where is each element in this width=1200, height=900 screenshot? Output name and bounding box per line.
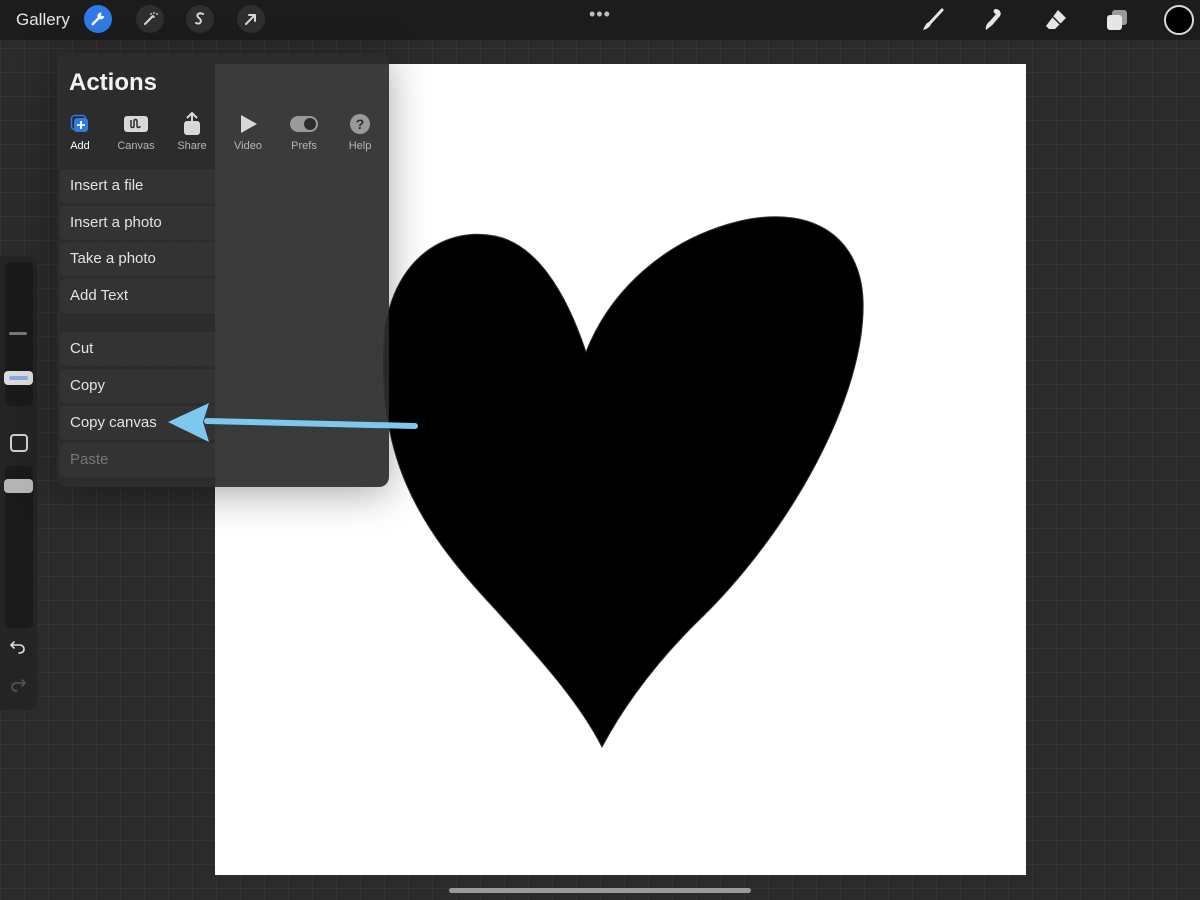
more-options-icon[interactable]: ••• [589, 4, 611, 25]
take-photo-item[interactable]: Take a photo [60, 242, 379, 276]
play-icon [220, 111, 276, 137]
tab-video[interactable]: Video [220, 111, 276, 155]
brush-size-thumb[interactable] [4, 371, 33, 385]
help-icon: ? [332, 111, 388, 137]
svg-text:?: ? [356, 116, 365, 132]
add-text-item[interactable]: Add Text [60, 279, 379, 313]
tab-help[interactable]: ? Help [332, 111, 388, 155]
tab-prefs[interactable]: Prefs [276, 111, 332, 155]
selection-s-icon[interactable] [186, 5, 214, 33]
magic-wand-icon[interactable] [136, 5, 164, 33]
tab-add-label: Add [70, 140, 90, 152]
toggle-icon [276, 111, 332, 137]
add-icon [52, 111, 108, 137]
top-toolbar: Gallery ••• [0, 0, 1200, 40]
tab-video-label: Video [234, 140, 262, 152]
wrench-icon[interactable] [84, 5, 112, 33]
tab-add[interactable]: Add [52, 111, 108, 155]
opacity-thumb[interactable] [4, 479, 33, 493]
color-picker-button[interactable] [1164, 5, 1194, 35]
insert-file-item[interactable]: Insert a file [60, 169, 379, 203]
tab-prefs-label: Prefs [291, 140, 317, 152]
heart-shape [383, 216, 864, 749]
eraser-icon[interactable] [1042, 6, 1070, 34]
redo-icon[interactable] [9, 678, 27, 699]
tab-share[interactable]: Share [164, 111, 220, 155]
left-sidebar [0, 256, 37, 710]
tab-share-label: Share [177, 140, 207, 152]
brush-icon[interactable] [919, 6, 947, 34]
modify-button[interactable] [10, 434, 28, 452]
undo-icon[interactable] [9, 640, 27, 661]
panel-title: Actions [69, 69, 158, 96]
actions-tabs: Add Canvas Share Video Prefs ? Help [57, 111, 389, 155]
transform-arrow-icon[interactable] [237, 5, 265, 33]
tab-help-label: Help [348, 140, 372, 152]
canvas-icon [108, 111, 164, 137]
copy-item[interactable]: Copy [60, 369, 379, 403]
paste-item[interactable]: Paste [60, 443, 379, 477]
annotation-arrow [168, 403, 418, 442]
tab-canvas[interactable]: Canvas [108, 111, 164, 155]
tab-canvas-label: Canvas [117, 140, 155, 152]
layers-icon[interactable] [1103, 6, 1131, 34]
insert-photo-item[interactable]: Insert a photo [60, 206, 379, 240]
share-icon [164, 111, 220, 137]
slider-tick [9, 332, 27, 335]
gallery-button[interactable]: Gallery [16, 10, 70, 30]
smudge-icon[interactable] [980, 6, 1008, 34]
cut-item[interactable]: Cut [60, 332, 379, 366]
home-indicator [449, 888, 751, 893]
